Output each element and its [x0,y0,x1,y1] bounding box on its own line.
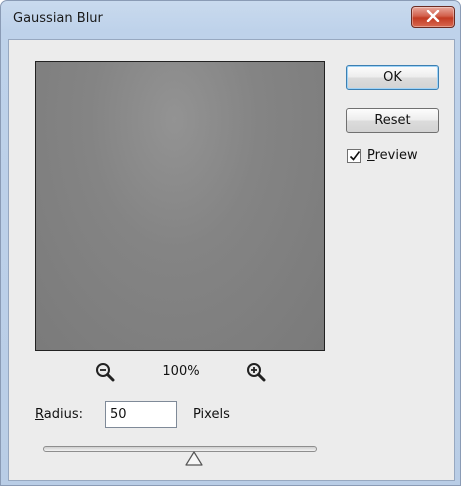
radius-label: Radius: [35,407,83,422]
preview-checkbox[interactable] [347,149,361,163]
window-title: Gaussian Blur [13,11,103,26]
preview-label-text: review [374,148,418,163]
radius-slider-thumb[interactable] [185,451,203,467]
preview-canvas[interactable] [35,61,325,351]
radius-label-text: adius: [43,407,83,422]
dialog-body: 100% Radius: Pixels OK Reset Preview [8,39,455,481]
radius-input[interactable] [105,401,177,428]
radius-slider-track[interactable] [43,446,317,452]
gaussian-blur-dialog: Gaussian Blur 100% Radius: Pixels [0,0,461,486]
radius-unit-label: Pixels [193,407,230,422]
preview-label[interactable]: Preview [367,148,418,163]
zoom-level: 100% [162,364,200,379]
triangle-thumb-icon [185,451,203,466]
ok-button[interactable]: OK [346,65,439,90]
zoom-in-button[interactable] [244,360,268,384]
zoom-in-icon [247,363,266,382]
radius-label-mnemonic: R [35,407,44,422]
zoom-out-button[interactable] [93,360,117,384]
checkmark-icon [349,151,361,161]
zoom-out-icon [96,363,115,382]
preview-label-mnemonic: P [367,148,375,163]
reset-button[interactable]: Reset [346,108,439,133]
close-icon [426,10,440,22]
close-button[interactable] [411,6,455,28]
title-bar[interactable]: Gaussian Blur [1,1,460,39]
